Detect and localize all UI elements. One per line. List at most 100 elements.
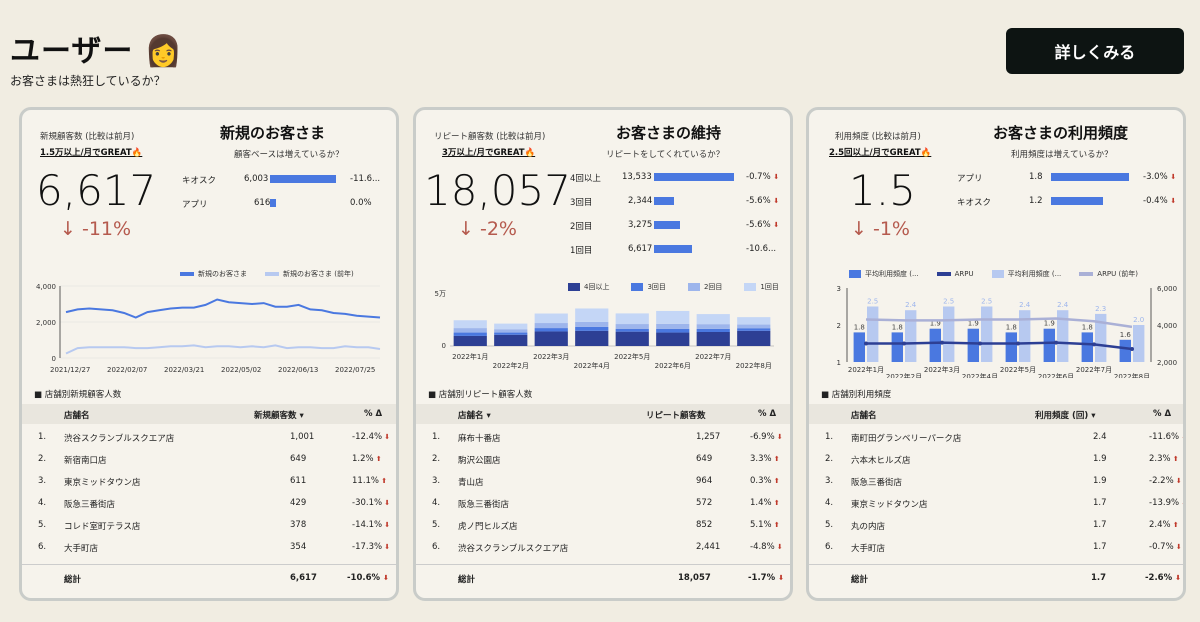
bar-previous xyxy=(867,306,879,362)
row-value: 429 xyxy=(290,498,307,508)
data-label: 1.8 xyxy=(1006,323,1017,331)
table-row[interactable]: 2. 駒沢公園店 649 3.3% ⬆ xyxy=(416,448,790,470)
col-header-delta[interactable]: % Δ xyxy=(1153,409,1171,419)
breakdown-value: 2,344 xyxy=(628,196,653,206)
row-value: 649 xyxy=(696,454,713,464)
table-row[interactable]: 6. 大手町店 354 -17.3% ⬇ xyxy=(22,536,396,558)
table-row[interactable]: 1. 渋谷スクランブルスクエア店 1,001 -12.4% ⬇ xyxy=(22,426,396,448)
x-tick-label: 2022/07/25 xyxy=(335,366,375,374)
breakdown-label: 1回目 xyxy=(570,246,593,256)
page-subtitle: お客さまは熱狂しているか？ xyxy=(10,74,166,88)
breakdown-bar xyxy=(1051,197,1103,205)
series-point-arpu xyxy=(1016,341,1020,346)
row-value: 964 xyxy=(696,476,713,486)
x-tick-label: 2022年2月 xyxy=(886,372,922,378)
col-header-count[interactable]: リピート顧客数 xyxy=(646,409,706,421)
series-point-arpu xyxy=(978,341,982,346)
y-tick-label: 3 xyxy=(837,285,841,293)
bar-previous xyxy=(943,306,955,362)
table-row[interactable]: 4. 阪急三番街店 429 -30.1% ⬇ xyxy=(22,492,396,514)
data-label: 1.6 xyxy=(1120,331,1132,339)
col-header-delta[interactable]: % Δ xyxy=(758,409,776,419)
table-row[interactable]: 2. 新宿南口店 649 1.2% ⬆ xyxy=(22,448,396,470)
table-row[interactable]: 1. 南町田グランベリーパーク店 2.4 -11.6% ⬇ xyxy=(809,426,1183,448)
breakdown-label: 4回以上 xyxy=(570,174,601,184)
breakdown-label: キオスク xyxy=(182,176,217,186)
bar-segment xyxy=(615,331,649,346)
table-row[interactable]: 6. 渋谷スクランブルスクエア店 2,441 -4.8% ⬇ xyxy=(416,536,790,558)
kpi-label: 利用頻度 (比較は前月) xyxy=(835,132,921,142)
table-row[interactable]: 3. 青山店 964 0.3% ⬆ xyxy=(416,470,790,492)
trend-arrow-icon: ⬆ xyxy=(771,521,780,529)
y-tick-label: 5万 xyxy=(435,290,446,298)
y2-tick-label: 6,000 xyxy=(1157,285,1177,293)
total-label: 総計 xyxy=(64,575,82,585)
table-row[interactable]: 1. 麻布十番店 1,257 -6.9% ⬇ xyxy=(416,426,790,448)
col-header-store[interactable]: 店舗名 xyxy=(851,409,877,421)
table-row[interactable]: 6. 大手町店 1.7 -0.7% ⬇ xyxy=(809,536,1183,558)
row-delta: 2.3% ⬆ xyxy=(1149,454,1179,464)
bar-segment xyxy=(534,313,568,324)
goal-label: 1.5万以上/月でGREAT🔥 xyxy=(40,148,143,158)
breakdown-pct: 0.0% xyxy=(350,198,372,208)
table-header: 店舗名 ▾ リピート顧客数 % Δ xyxy=(416,404,790,424)
trend-arrow-icon: ⬇ xyxy=(1173,543,1182,551)
data-label: 1.8 xyxy=(892,323,903,331)
total-value: 1.7 xyxy=(1091,573,1107,583)
legend-swatch xyxy=(936,272,951,276)
bar-current xyxy=(1043,328,1055,362)
bar-segment xyxy=(534,331,568,346)
bar-segment xyxy=(615,328,649,332)
row-rank: 5. xyxy=(825,520,834,530)
trend-arrow-icon: ⬇ xyxy=(774,543,783,551)
table-total-row: 総計 6,617 -10.6% ⬇ xyxy=(22,564,396,588)
total-delta: -1.7% ⬇ xyxy=(748,573,784,583)
bar-segment xyxy=(696,332,730,346)
bar-previous xyxy=(1133,325,1145,362)
panel-subtitle: 顧客ベースは増えているか？ xyxy=(234,150,344,160)
kpi-label: 新規顧客数 (比較は前月) xyxy=(40,132,135,142)
table-row[interactable]: 2. 六本木ヒルズ店 1.9 2.3% ⬆ xyxy=(809,448,1183,470)
col-header-count[interactable]: 新規顧客数 ▾ xyxy=(254,409,304,421)
table-row[interactable]: 5. 丸の内店 1.7 2.4% ⬆ xyxy=(809,514,1183,536)
y2-tick-label: 2,000 xyxy=(1157,359,1177,367)
bar-segment xyxy=(656,310,690,324)
legend-swatch xyxy=(180,272,194,276)
breakdown-pct: -0.4% ⬇ xyxy=(1143,196,1177,206)
table-caption: ■ 店舗別利用頻度 xyxy=(821,390,892,400)
bar-current xyxy=(1081,332,1093,362)
col-header-frequency[interactable]: 利用頻度 (回) ▾ xyxy=(1035,409,1095,421)
bar-segment xyxy=(737,328,771,331)
bar-segment xyxy=(575,321,609,327)
x-tick-label: 2022/02/07 xyxy=(107,366,147,374)
table-row[interactable]: 5. 虎ノ門ヒルズ店 852 5.1% ⬆ xyxy=(416,514,790,536)
trend-arrow-icon: ⬆ xyxy=(771,499,780,507)
row-value: 1,257 xyxy=(696,432,721,442)
table-row[interactable]: 3. 東京ミッドタウン店 611 11.1% ⬆ xyxy=(22,470,396,492)
table-row[interactable]: 4. 阪急三番街店 572 1.4% ⬆ xyxy=(416,492,790,514)
bar-segment xyxy=(737,324,771,329)
panel-title: お客さまの維持 xyxy=(616,124,722,142)
col-header-store[interactable]: 店舗名 xyxy=(64,409,90,421)
row-store: 青山店 xyxy=(458,478,484,488)
table-row[interactable]: 5. コレド室町テラス店 378 -14.1% ⬇ xyxy=(22,514,396,536)
row-value: 2,441 xyxy=(696,542,721,552)
goal-label: 2.5回以上/月でGREAT🔥 xyxy=(829,148,932,158)
breakdown-label: 3回目 xyxy=(570,198,593,208)
table-row[interactable]: 3. 阪急三番街店 1.9 -2.2% ⬇ xyxy=(809,470,1183,492)
row-delta: -11.6% ⬇ xyxy=(1149,432,1183,442)
series-point-arpu xyxy=(864,341,868,346)
row-value: 649 xyxy=(290,454,307,464)
detail-button[interactable]: 詳しくみる xyxy=(1006,28,1184,74)
bar-segment xyxy=(453,335,487,346)
col-header-store[interactable]: 店舗名 ▾ xyxy=(458,409,491,421)
table-total-row: 総計 18,057 -1.7% ⬇ xyxy=(416,564,790,588)
row-store: 阪急三番街店 xyxy=(851,478,903,488)
bar-segment xyxy=(696,314,730,325)
row-delta: 3.3% ⬆ xyxy=(750,454,780,464)
x-tick-label: 2022年6月 xyxy=(655,361,691,370)
col-header-delta[interactable]: % Δ xyxy=(364,409,382,419)
table-row[interactable]: 4. 東京ミッドタウン店 1.7 -13.9% ⬇ xyxy=(809,492,1183,514)
trend-arrow-icon: ⬇ xyxy=(1173,477,1182,485)
total-value: 18,057 xyxy=(678,573,711,583)
